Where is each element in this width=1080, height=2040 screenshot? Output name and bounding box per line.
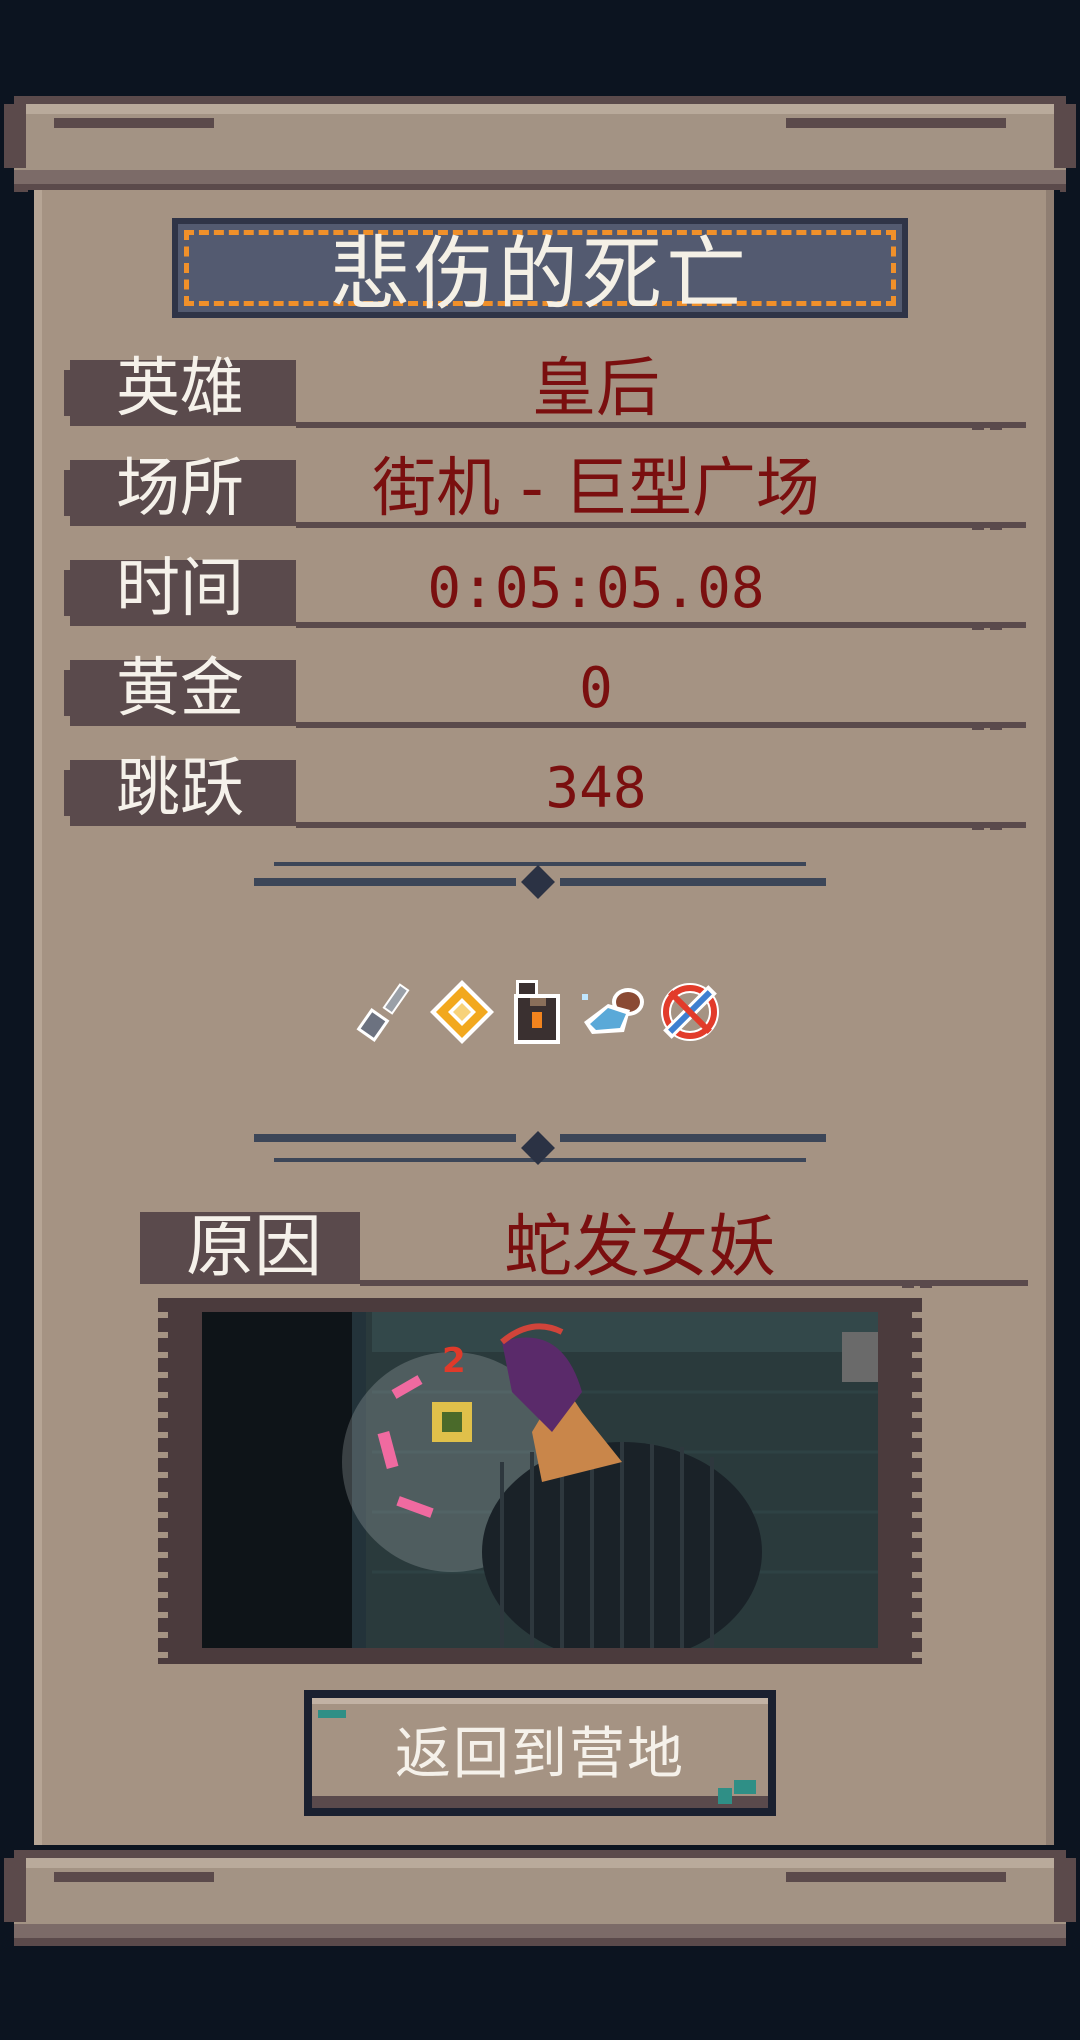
stat-value-hero: 皇后	[532, 352, 660, 426]
ornamental-divider-bottom	[250, 1128, 830, 1168]
underline-dots	[972, 424, 1002, 430]
ornamental-divider-top	[250, 862, 830, 902]
leaf-decoration	[318, 1710, 346, 1718]
dark-bottle-icon[interactable]	[502, 976, 574, 1048]
scroll-top-roll-end-left	[4, 104, 26, 168]
cause-label: 原因	[186, 1208, 323, 1287]
return-button-label: 返回到营地	[395, 1721, 685, 1787]
leaf-decoration	[734, 1780, 756, 1794]
scroll-bottom-roll-end-left	[4, 1858, 26, 1922]
return-to-camp-button[interactable]: 返回到营地	[304, 1690, 776, 1816]
title-banner: 悲伤的死亡	[172, 218, 908, 321]
stat-value-location: 街机 - 巨型广场	[372, 452, 820, 526]
death-screenshot-frame: 2	[158, 1298, 922, 1664]
stat-value-time: 0:05:05.08	[427, 556, 765, 621]
crossed-out-sword-icon[interactable]	[654, 976, 726, 1048]
stat-value-jumps: 348	[545, 756, 647, 821]
stat-row-location: 场所 街机 - 巨型广场	[64, 446, 1026, 532]
page-title: 悲伤的死亡	[330, 228, 750, 321]
stat-row-jumps: 跳跃 348	[64, 746, 1026, 832]
divider-diamond	[521, 865, 555, 899]
stat-label-time: 时间	[116, 552, 244, 626]
death-screenshot: 2	[202, 1312, 878, 1648]
underline-dots	[972, 824, 1002, 830]
underline	[296, 522, 1026, 528]
item-list	[350, 976, 730, 1056]
underline	[296, 722, 1026, 728]
damage-number: 2	[442, 1341, 466, 1381]
underline-dots	[972, 524, 1002, 530]
underline-dots	[972, 724, 1002, 730]
stat-row-time: 时间 0:05:05.08	[64, 546, 1026, 632]
stat-label-gold: 黄金	[116, 652, 244, 726]
underline	[296, 422, 1026, 428]
cause-row: 原因 蛇发女妖	[140, 1200, 1028, 1296]
scroll-top-roll-end-right	[1054, 104, 1076, 168]
return-button-face: 返回到营地	[312, 1698, 768, 1808]
leaf-decoration	[718, 1788, 732, 1804]
underline-dots	[902, 1282, 932, 1288]
underline	[296, 822, 1026, 828]
stat-value-gold: 0	[579, 656, 613, 721]
stat-row-hero: 英雄 皇后	[64, 346, 1026, 432]
spatula-icon[interactable]	[350, 976, 422, 1048]
gold-diamond-ring-icon[interactable]	[426, 976, 498, 1048]
stat-label-location: 场所	[116, 452, 244, 526]
scroll-bottom-roll	[14, 1850, 1066, 1946]
scroll-bottom-roll-end-right	[1054, 1858, 1076, 1922]
winged-boot-icon[interactable]	[578, 976, 650, 1048]
underline	[296, 622, 1026, 628]
stat-label-jumps: 跳跃	[116, 752, 244, 826]
underline-dots	[972, 624, 1002, 630]
stat-label-hero: 英雄	[116, 352, 244, 426]
scroll-top-roll	[14, 96, 1066, 192]
stat-row-gold: 黄金 0	[64, 646, 1026, 732]
